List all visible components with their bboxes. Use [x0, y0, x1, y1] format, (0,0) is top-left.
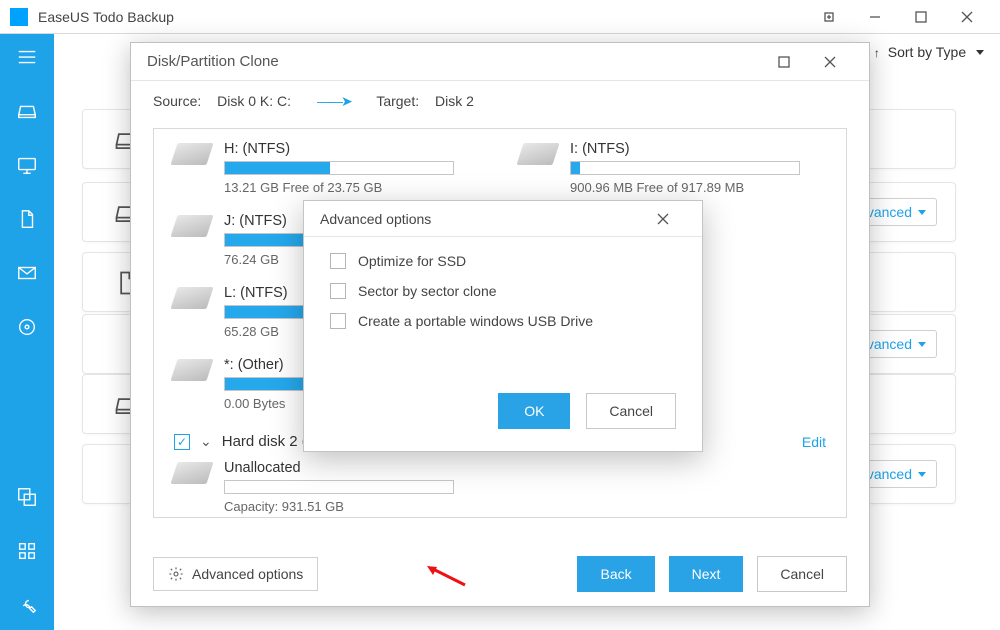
- usage-bar: [224, 161, 454, 175]
- sort-arrow-icon: ↑: [874, 46, 880, 60]
- partition-row[interactable]: H: (NTFS) 13.21 GB Free of 23.75 GB: [174, 141, 480, 195]
- source-label: Source:: [153, 93, 201, 109]
- partition-name: I: (NTFS): [570, 141, 826, 157]
- source-value: Disk 0 K: C:: [217, 93, 291, 109]
- disk-icon: [174, 287, 210, 309]
- gear-icon: [168, 566, 184, 582]
- option-label: Create a portable windows USB Drive: [358, 313, 593, 329]
- option-portable-usb[interactable]: Create a portable windows USB Drive: [330, 313, 676, 329]
- app-title: EaseUS Todo Backup: [38, 9, 806, 25]
- usage-bar: [224, 480, 454, 494]
- option-label: Sector by sector clone: [358, 283, 497, 299]
- target-label: Target:: [376, 93, 419, 109]
- close-icon[interactable]: [944, 0, 990, 34]
- partition-free: 900.96 MB Free of 917.89 MB: [570, 180, 826, 195]
- smart-backup-icon[interactable]: [16, 316, 38, 338]
- minimize-icon[interactable]: [852, 0, 898, 34]
- app-icon: [10, 8, 28, 26]
- target-value: Disk 2: [435, 93, 474, 109]
- file-backup-icon[interactable]: [16, 208, 38, 230]
- partition-row[interactable]: I: (NTFS) 900.96 MB Free of 917.89 MB: [520, 141, 826, 195]
- option-label: Optimize for SSD: [358, 253, 466, 269]
- advanced-options-dialog: Advanced options Optimize for SSD Sector…: [303, 200, 703, 452]
- sidebar: [0, 34, 54, 630]
- dialog-title: Disk/Partition Clone: [147, 53, 761, 70]
- wrench-icon[interactable]: [16, 594, 38, 616]
- clone-icon[interactable]: [16, 486, 38, 508]
- checkbox-icon[interactable]: [330, 313, 346, 329]
- checkbox-checked-icon[interactable]: ✓: [174, 434, 190, 450]
- disk-icon: [174, 359, 210, 381]
- sort-by-button[interactable]: ↑ Sort by Type: [874, 44, 984, 60]
- option-sector[interactable]: Sector by sector clone: [330, 283, 676, 299]
- edit-link[interactable]: Edit: [802, 434, 826, 450]
- tools-icon[interactable]: [16, 540, 38, 562]
- partition-capacity: Capacity: 931.51 GB: [224, 499, 826, 514]
- disk-backup-icon[interactable]: [16, 100, 38, 122]
- cancel-button[interactable]: Cancel: [586, 393, 676, 429]
- maximize-icon[interactable]: [761, 45, 807, 79]
- toggle-icon[interactable]: [806, 0, 852, 34]
- cancel-button[interactable]: Cancel: [757, 556, 847, 592]
- system-backup-icon[interactable]: [16, 154, 38, 176]
- source-target-row: Source: Disk 0 K: C: ——➤ Target: Disk 2: [131, 81, 869, 128]
- advanced-options-label: Advanced options: [192, 566, 303, 582]
- annotation-arrow-icon: [423, 563, 467, 594]
- advanced-options-button[interactable]: Advanced options: [153, 557, 318, 591]
- close-icon[interactable]: [807, 45, 853, 79]
- arrow-right-icon: ——➤: [317, 93, 351, 109]
- partition-row[interactable]: Unallocated Capacity: 931.51 GB: [174, 460, 826, 514]
- partition-name: H: (NTFS): [224, 141, 480, 157]
- partition-name: Unallocated: [224, 460, 826, 476]
- mail-backup-icon[interactable]: [16, 262, 38, 284]
- checkbox-icon[interactable]: [330, 283, 346, 299]
- sort-by-label: Sort by Type: [888, 44, 966, 60]
- partition-free: 13.21 GB Free of 23.75 GB: [224, 180, 480, 195]
- disk-icon: [174, 215, 210, 237]
- chevron-down-icon: [976, 50, 984, 55]
- checkbox-icon[interactable]: [330, 253, 346, 269]
- close-icon[interactable]: [640, 202, 686, 236]
- chevron-down-icon[interactable]: ⌄: [200, 433, 212, 450]
- disk-icon: [174, 143, 210, 165]
- menu-icon[interactable]: [16, 46, 38, 68]
- popup-title: Advanced options: [320, 211, 640, 227]
- disk-icon: [520, 143, 556, 165]
- next-button[interactable]: Next: [669, 556, 744, 592]
- ok-button[interactable]: OK: [498, 393, 570, 429]
- maximize-icon[interactable]: [898, 0, 944, 34]
- option-ssd[interactable]: Optimize for SSD: [330, 253, 676, 269]
- back-button[interactable]: Back: [577, 556, 654, 592]
- disk-icon: [174, 462, 210, 484]
- usage-bar: [570, 161, 800, 175]
